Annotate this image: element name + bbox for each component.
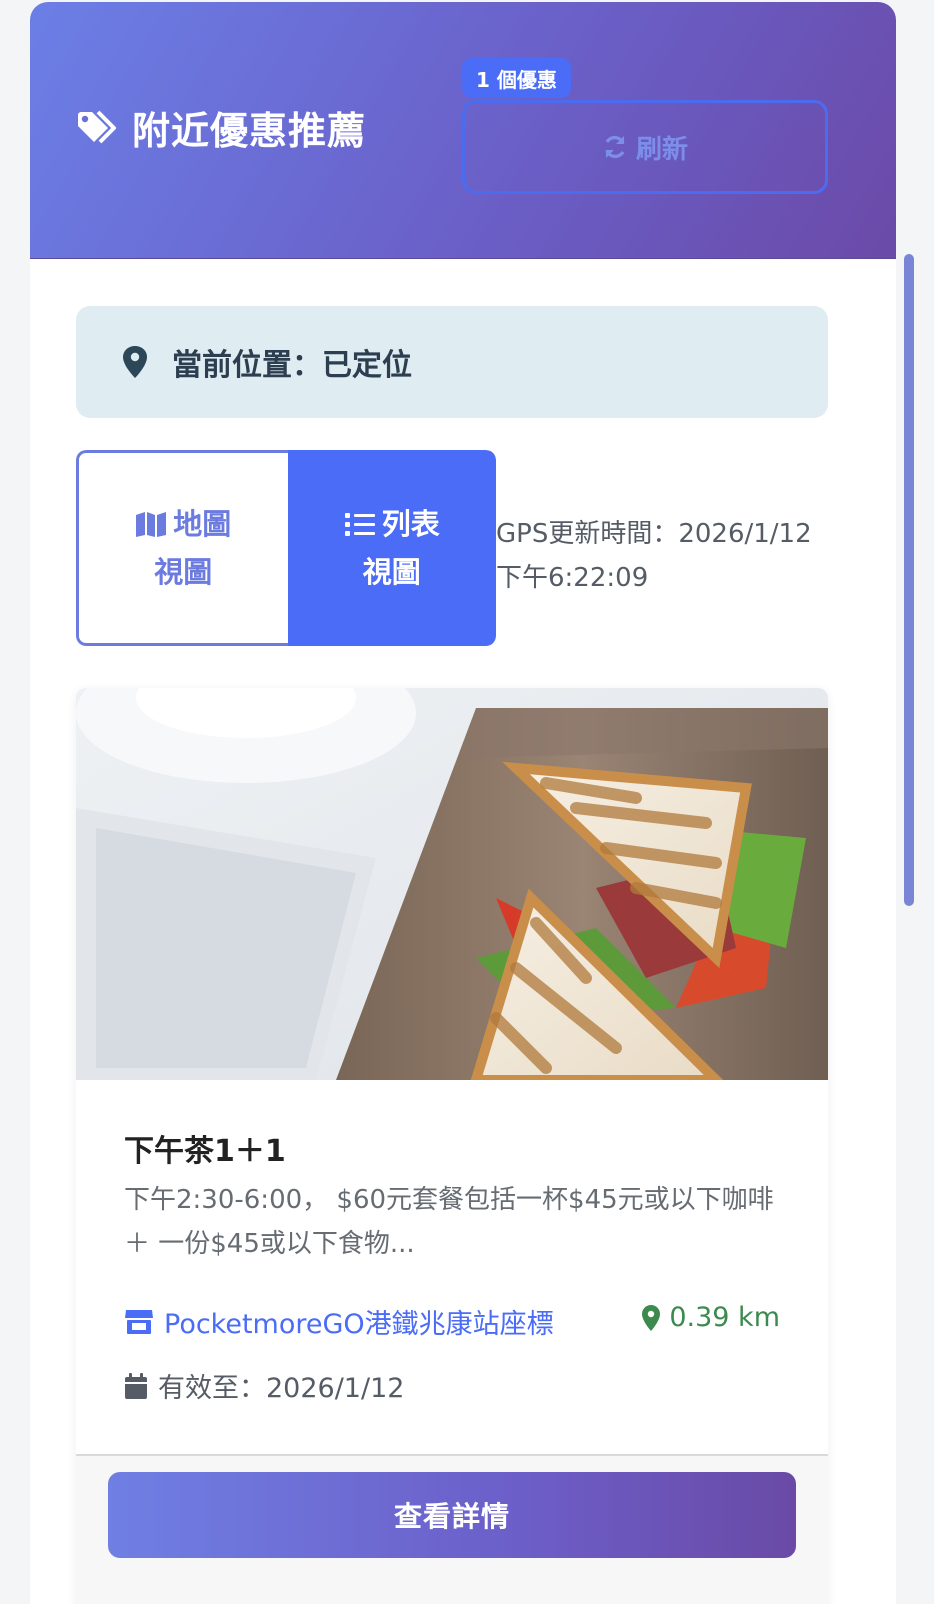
map-marker-icon [642,1304,661,1331]
gps-update-time: GPS更新時間：2026/1/12 下午6:22:09 [496,519,812,593]
offer-count-badge: 1 個優惠 [462,58,571,98]
store-link[interactable]: PocketmoreGO港鐵兆康站座標 [124,1302,554,1341]
map-icon [136,512,167,537]
scrollbar[interactable] [904,254,914,906]
refresh-label: 刷新 [635,134,688,165]
refresh-button[interactable]: 刷新 [462,100,828,194]
card-header: 附近優惠推薦 1 個優惠 刷新 [30,2,896,259]
map-marker-icon [123,346,147,378]
view-toggle: 地圖視圖 列表視圖 [76,450,496,646]
offer-description: 下午2:30-6:00， $60元套餐包括一杯$45元或以下咖啡 ＋ 一份$45… [124,1185,774,1259]
calendar-icon [125,1372,147,1399]
distance-info: 0.39 km [641,1302,780,1333]
list-view-button[interactable]: 列表視圖 [287,450,496,646]
offers-card: 附近優惠推薦 1 個優惠 刷新 當前位置：已定位 地圖視圖 列表視圖 GPS更新… [30,2,896,1604]
offer-image [76,688,828,1080]
valid-until: 有效至：2026/1/12 [124,1366,404,1405]
offer-footer: 查看詳情 [76,1454,828,1604]
distance-value: 0.39 km [669,1302,780,1333]
offer-title: 下午茶1＋1 [124,1134,286,1169]
map-view-button[interactable]: 地圖視圖 [76,450,288,646]
offer-card[interactable]: 下午茶1＋1 下午2:30-6:00， $60元套餐包括一杯$45元或以下咖啡 … [76,688,828,1604]
location-status: 當前位置：已定位 [76,306,828,418]
page-title-text: 附近優惠推薦 [132,109,367,153]
store-name: PocketmoreGO港鐵兆康站座標 [164,1309,554,1340]
store-icon [125,1309,153,1334]
sync-icon [605,135,625,159]
location-text: 當前位置：已定位 [172,348,412,383]
view-details-button[interactable]: 查看詳情 [108,1472,796,1558]
list-icon [344,513,375,536]
valid-until-text: 有效至：2026/1/12 [158,1373,405,1404]
page-title: 附近優惠推薦 [76,100,366,155]
tags-icon [78,110,116,143]
